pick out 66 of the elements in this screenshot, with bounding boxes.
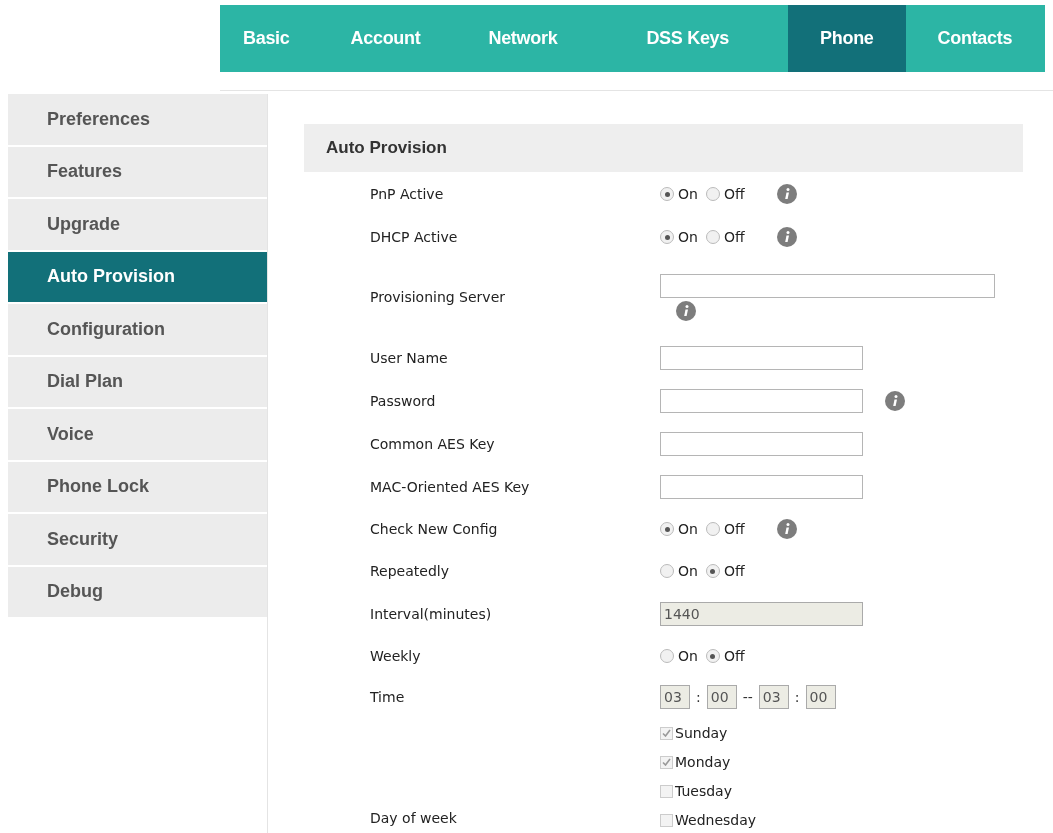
- info-icon[interactable]: [776, 227, 797, 247]
- time-separator: --: [742, 689, 753, 705]
- sidebar-item[interactable]: Phone Lock: [8, 461, 267, 512]
- radio-label: Off: [723, 521, 745, 537]
- field-label: Provisioning Server: [370, 289, 507, 305]
- radio-button[interactable]: [660, 649, 674, 663]
- text-field[interactable]: [660, 345, 863, 370]
- radio-label: On: [678, 229, 698, 245]
- text-field[interactable]: [660, 474, 863, 499]
- field-label: User Name: [370, 349, 449, 366]
- field-label: Common AES Key: [370, 435, 496, 452]
- field-label: Repeatedly: [370, 563, 450, 579]
- text-field[interactable]: [660, 431, 863, 456]
- field-label: Password: [370, 392, 437, 409]
- sidebar-item[interactable]: Preferences: [8, 94, 267, 145]
- radio-button[interactable]: [705, 522, 720, 536]
- field-label: Time: [370, 689, 406, 705]
- radio-button[interactable]: [705, 230, 720, 244]
- info-icon[interactable]: [676, 300, 696, 321]
- text-field[interactable]: [660, 273, 995, 298]
- field-label: Check New Config: [370, 521, 499, 537]
- checkbox[interactable]: [660, 813, 673, 827]
- field-label: Interval(minutes): [370, 605, 493, 622]
- checkbox-label: Wednesday: [675, 812, 757, 828]
- radio-button[interactable]: [705, 564, 720, 578]
- field-label: Day of week: [370, 810, 458, 828]
- field-label: MAC-Oriented AES Key: [370, 478, 531, 495]
- radio-button[interactable]: [705, 187, 720, 201]
- checkbox[interactable]: [660, 755, 673, 769]
- field-label: Weekly: [370, 648, 422, 664]
- radio-label: On: [678, 521, 698, 537]
- sidebar-item[interactable]: Auto Provision: [8, 251, 267, 302]
- field-label: PnP Active: [370, 186, 445, 202]
- radio-label: Off: [723, 186, 745, 202]
- section-header: Auto Provision: [304, 124, 1023, 172]
- info-icon[interactable]: [885, 390, 905, 411]
- info-icon[interactable]: [776, 184, 797, 204]
- time-separator: :: [794, 689, 800, 705]
- radio-label: On: [678, 186, 698, 202]
- sidebar-item[interactable]: Debug: [8, 566, 267, 617]
- radio-label: On: [678, 648, 698, 664]
- sidebar-item[interactable]: Upgrade: [8, 199, 267, 250]
- checkbox[interactable]: [660, 726, 673, 740]
- info-icon[interactable]: [776, 519, 797, 539]
- checkbox-label: Monday: [675, 754, 731, 770]
- text-field[interactable]: [660, 388, 863, 413]
- radio-button[interactable]: [660, 564, 674, 578]
- checkbox-label: Tuesday: [675, 783, 732, 799]
- field-label: DHCP Active: [370, 229, 459, 245]
- radio-button[interactable]: [705, 649, 720, 663]
- radio-button[interactable]: [660, 522, 674, 536]
- sidebar-item[interactable]: Dial Plan: [8, 356, 267, 407]
- radio-button[interactable]: [660, 230, 674, 244]
- radio-label: On: [678, 563, 698, 579]
- radio-label: Off: [723, 648, 745, 664]
- radio-button[interactable]: [660, 187, 674, 201]
- radio-label: Off: [723, 229, 745, 245]
- sidebar-item[interactable]: Features: [8, 146, 267, 197]
- checkbox[interactable]: [660, 784, 673, 798]
- sidebar-item[interactable]: Voice: [8, 409, 267, 460]
- time-separator: :: [696, 689, 701, 705]
- radio-label: Off: [723, 563, 745, 579]
- nav-tab[interactable]: Phone: [788, 5, 906, 72]
- sidebar-item[interactable]: Security: [8, 514, 267, 565]
- checkbox-label: Sunday: [675, 725, 728, 741]
- sidebar-item[interactable]: Configuration: [8, 304, 267, 355]
